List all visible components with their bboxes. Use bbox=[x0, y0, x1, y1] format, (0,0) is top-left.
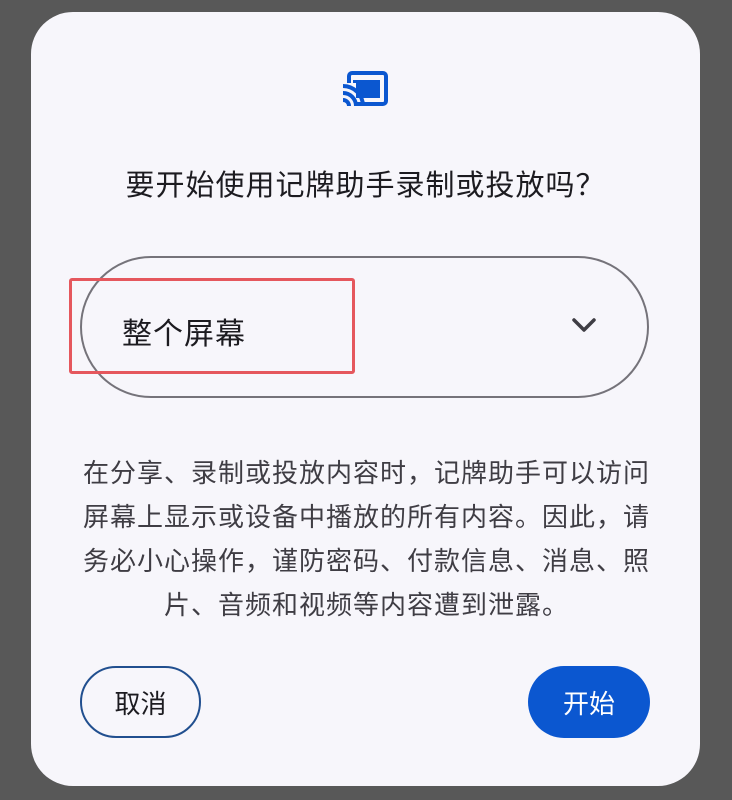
chevron-down-icon[interactable] bbox=[571, 316, 597, 334]
dialog-title: 要开始使用记牌助手录制或投放吗？ bbox=[125, 168, 606, 202]
start-button[interactable]: 开始 bbox=[528, 666, 650, 738]
highlight-annotation bbox=[69, 278, 355, 374]
screen-backdrop: 要开始使用记牌助手录制或投放吗？ 整个屏幕 在分享、录制或投放内容时，记牌助手可… bbox=[0, 0, 732, 800]
cancel-button[interactable]: 取消 bbox=[80, 666, 201, 738]
screen-cast-icon bbox=[342, 71, 388, 110]
screen-capture-dialog: 要开始使用记牌助手录制或投放吗？ 整个屏幕 在分享、录制或投放内容时，记牌助手可… bbox=[31, 12, 700, 786]
dialog-description: 在分享、录制或投放内容时，记牌助手可以访问屏幕上显示或设备中播放的所有内容。因此… bbox=[82, 459, 650, 621]
